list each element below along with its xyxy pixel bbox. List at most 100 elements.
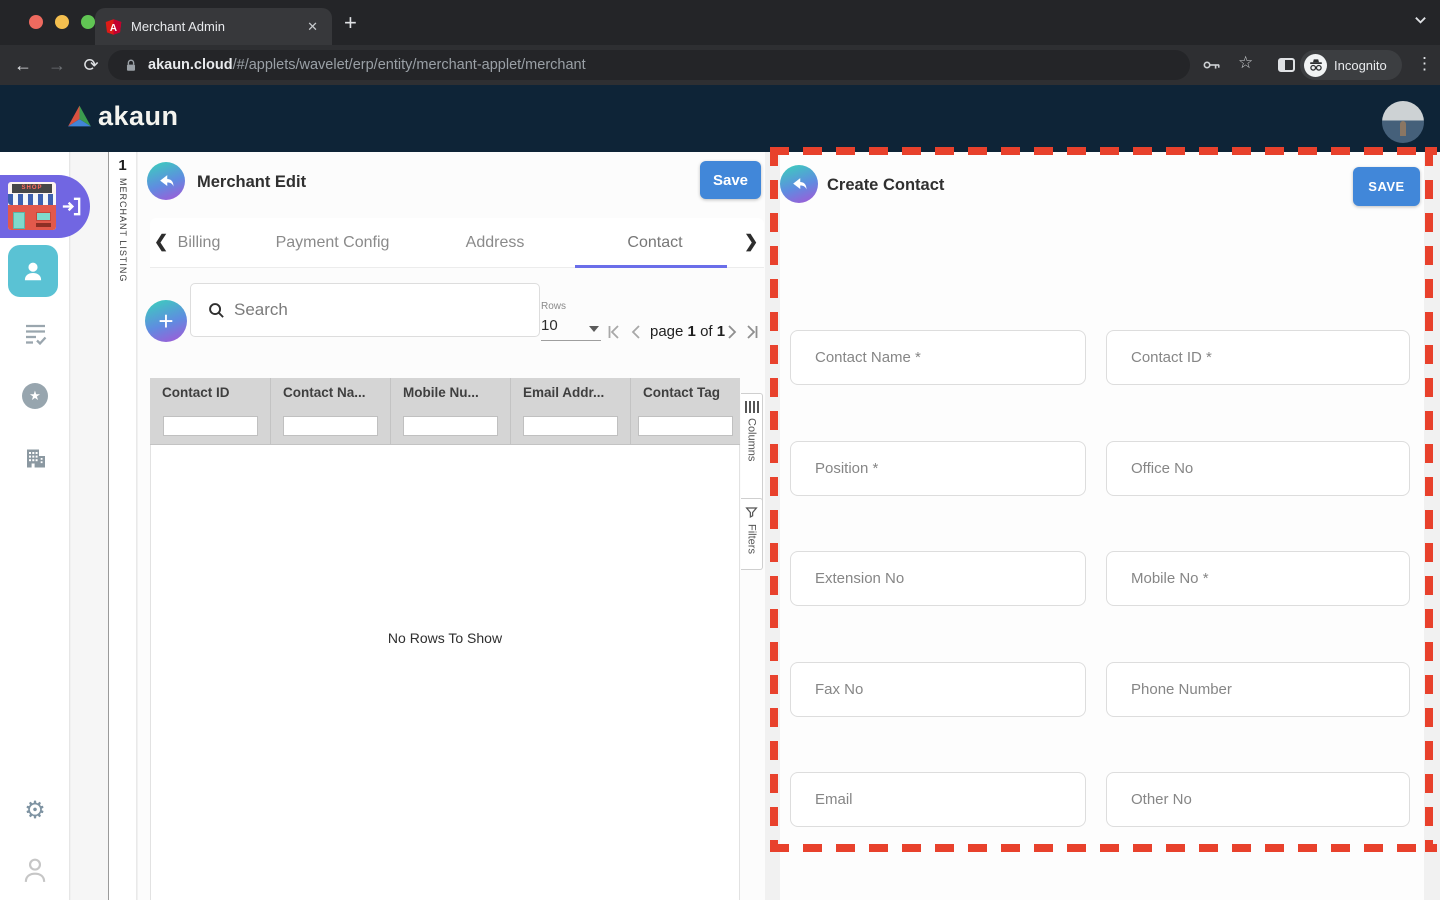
forward-icon[interactable]: → — [40, 55, 74, 76]
incognito-icon — [1304, 54, 1327, 77]
col-contact-name[interactable]: Contact Na... — [270, 378, 390, 408]
search-icon — [208, 302, 225, 319]
star-icon: ★ — [22, 383, 48, 409]
svg-text:A: A — [110, 22, 117, 33]
merchant-edit-back-button[interactable] — [147, 162, 185, 200]
list-check-icon — [23, 322, 48, 346]
plus-icon: + — [158, 308, 173, 334]
next-page-button[interactable] — [726, 322, 738, 342]
side-panel-icon[interactable] — [1278, 58, 1295, 72]
contact-search-box — [190, 283, 540, 337]
merchant-edit-title: Merchant Edit — [197, 173, 306, 192]
field-office-no[interactable]: Office No — [1106, 441, 1410, 496]
person-icon — [20, 258, 46, 284]
merchant-edit-save-button[interactable]: Save — [700, 161, 761, 199]
incognito-badge: Incognito — [1300, 50, 1402, 80]
create-contact-panel: Create Contact SAVE Contact Name * Conta… — [780, 152, 1424, 900]
table-body: No Rows To Show — [150, 445, 740, 900]
merchant-edit-panel: Merchant Edit Save ❮ Billing Payment Con… — [138, 152, 765, 900]
search-input[interactable] — [234, 300, 504, 320]
tab-address[interactable]: Address — [450, 218, 540, 268]
new-tab-button[interactable]: + — [344, 10, 357, 36]
user-avatar[interactable] — [1382, 101, 1424, 143]
create-contact-save-button[interactable]: SAVE — [1353, 167, 1420, 206]
table-filter-row — [150, 408, 740, 445]
col-contact-id[interactable]: Contact ID — [150, 378, 270, 408]
annotation-rect-left — [770, 147, 778, 852]
sidebar-item-settings[interactable]: ⚙ — [0, 796, 70, 824]
tab-search-chevron-icon[interactable] — [1414, 14, 1427, 27]
reload-icon[interactable]: ⟳ — [74, 55, 108, 76]
filters-side-tab[interactable]: Filters — [741, 498, 763, 570]
traffic-minimize-button[interactable] — [55, 15, 69, 29]
field-contact-id[interactable]: Contact ID * — [1106, 330, 1410, 385]
sidebar-item-listing[interactable] — [0, 322, 70, 346]
field-fax-no[interactable]: Fax No — [790, 662, 1086, 717]
sidebar-secondary-rail — [71, 152, 108, 900]
menu-dots-icon[interactable]: ⋮ — [1416, 54, 1433, 74]
columns-side-tab[interactable]: Columns — [741, 393, 763, 508]
akaun-triangle-icon — [66, 104, 93, 129]
filter-input-contact-name[interactable] — [283, 416, 378, 436]
sidebar-item-organization[interactable] — [0, 446, 70, 471]
columns-icon — [745, 401, 759, 413]
lock-icon — [124, 58, 138, 73]
field-email[interactable]: Email — [790, 772, 1086, 827]
address-bar[interactable]: akaun.cloud/#/applets/wavelet/erp/entity… — [108, 50, 1190, 80]
enter-applet-icon — [59, 194, 84, 219]
tab-payment-config[interactable]: Payment Config — [270, 218, 395, 268]
tab-close-icon[interactable]: ✕ — [303, 19, 322, 35]
table-header-row: Contact ID Contact Na... Mobile Nu... Em… — [150, 378, 740, 408]
chevron-down-icon — [589, 326, 599, 332]
user-icon — [22, 856, 48, 884]
back-arrow-icon — [156, 171, 176, 191]
col-email-address[interactable]: Email Addr... — [510, 378, 630, 408]
browser-tab[interactable]: A Merchant Admin ✕ — [95, 8, 332, 45]
tab-title: Merchant Admin — [131, 19, 303, 34]
filter-input-email-address[interactable] — [523, 416, 618, 436]
sidebar-item-merchant-applet[interactable]: SHOP — [0, 175, 90, 238]
sidebar-item-account[interactable] — [0, 856, 70, 884]
bookmark-star-icon[interactable]: ☆ — [1238, 53, 1253, 73]
filter-input-contact-id[interactable] — [163, 416, 258, 436]
incognito-label: Incognito — [1334, 58, 1387, 73]
last-page-button[interactable] — [744, 322, 759, 342]
annotation-rect-bottom — [770, 844, 1437, 852]
field-contact-name[interactable]: Contact Name * — [790, 330, 1086, 385]
rows-per-page-value: 10 — [541, 317, 558, 334]
rows-per-page-select[interactable]: 10 — [541, 317, 601, 341]
angular-favicon-icon: A — [105, 18, 122, 36]
sidebar-item-favourites[interactable]: ★ — [0, 383, 70, 409]
field-position[interactable]: Position * — [790, 441, 1086, 496]
field-mobile-no[interactable]: Mobile No * — [1106, 551, 1410, 606]
columns-tab-label: Columns — [746, 418, 758, 461]
rows-per-page-label: Rows — [541, 301, 566, 312]
col-mobile-number[interactable]: Mobile Nu... — [390, 378, 510, 408]
back-icon[interactable]: ← — [6, 55, 40, 76]
key-icon[interactable] — [1203, 58, 1221, 72]
sidebar-item-contacts[interactable] — [8, 245, 58, 297]
listing-label: MERCHANT LISTING — [118, 178, 128, 282]
filter-input-mobile-number[interactable] — [403, 416, 498, 436]
field-other-no[interactable]: Other No — [1106, 772, 1410, 827]
page-indicator: page 1 of 1 — [650, 321, 725, 341]
first-page-button[interactable] — [607, 322, 622, 342]
create-contact-back-button[interactable] — [780, 165, 818, 203]
field-extension-no[interactable]: Extension No — [790, 551, 1086, 606]
browser-toolbar: ← → ⟳ akaun.cloud/#/applets/wavelet/erp/… — [0, 45, 1440, 85]
listing-count: 1 — [109, 157, 136, 174]
traffic-close-button[interactable] — [29, 15, 43, 29]
annotation-rect-top — [770, 147, 1437, 155]
active-tab-underline — [575, 265, 727, 268]
tabs-scroll-right-icon[interactable]: ❯ — [744, 232, 758, 252]
filter-input-contact-tag[interactable] — [638, 416, 733, 436]
tab-contact[interactable]: Contact — [610, 218, 700, 268]
col-contact-tag[interactable]: Contact Tag — [630, 378, 740, 408]
add-contact-button[interactable]: + — [145, 300, 187, 342]
prev-page-button[interactable] — [630, 322, 642, 342]
filter-funnel-icon — [745, 506, 758, 519]
tab-billing[interactable]: Billing — [164, 218, 234, 268]
traffic-zoom-button[interactable] — [81, 15, 95, 29]
merchant-listing-tab[interactable]: 1 MERCHANT LISTING — [108, 152, 137, 900]
field-phone-number[interactable]: Phone Number — [1106, 662, 1410, 717]
